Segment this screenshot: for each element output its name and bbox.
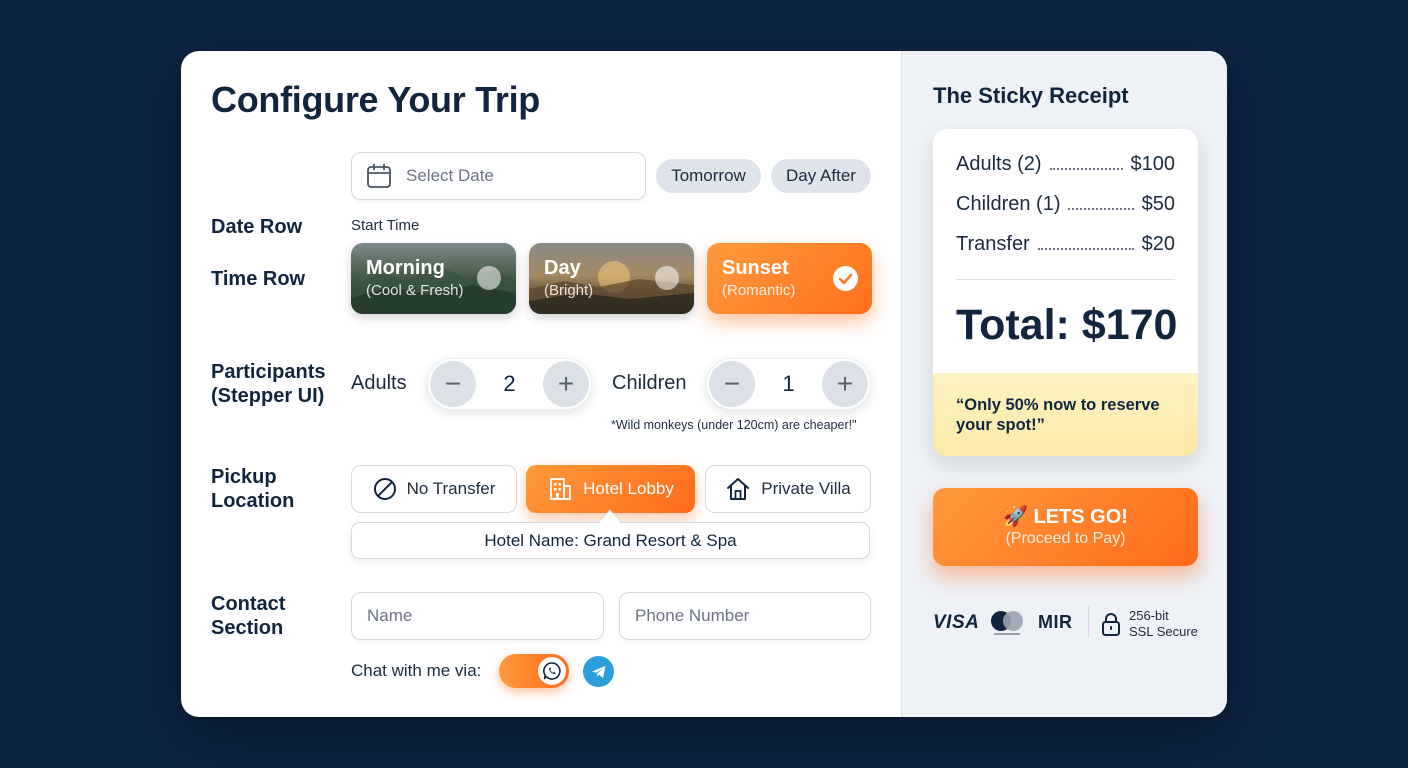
cta-main-label: 🚀 LETS GO! bbox=[1003, 506, 1128, 528]
children-price-note: *Wild monkeys (under 120cm) are cheaper!… bbox=[611, 418, 857, 432]
leader-dots bbox=[1037, 234, 1134, 250]
receipt-sidebar: The Sticky Receipt Adults (2) $100 Child… bbox=[901, 51, 1227, 717]
tomorrow-button[interactable]: Tomorrow bbox=[656, 159, 761, 193]
time-option-morning[interactable]: Morning (Cool & Fresh) bbox=[351, 243, 516, 314]
pickup-label: Pickup Location bbox=[211, 465, 294, 513]
calendar-icon bbox=[367, 163, 391, 188]
morning-title: Morning bbox=[366, 257, 445, 279]
whatsapp-icon bbox=[538, 657, 566, 685]
children-count: 1 bbox=[782, 371, 795, 396]
contact-label-line1: Contact bbox=[211, 593, 286, 615]
adults-stepper: − 2 + bbox=[427, 358, 592, 410]
time-option-sunset[interactable]: Sunset (Romantic) bbox=[707, 243, 872, 314]
lock-icon bbox=[1102, 613, 1120, 636]
whatsapp-toggle[interactable] bbox=[499, 654, 569, 688]
adults-label: Adults bbox=[351, 372, 407, 394]
chat-via-label: Chat with me via: bbox=[351, 661, 482, 680]
pickup-no-transfer-button[interactable]: No Transfer bbox=[351, 465, 517, 513]
mir-logo: MIR bbox=[1038, 612, 1073, 632]
children-label: Children bbox=[612, 372, 687, 394]
receipt-line-amount: $50 bbox=[1141, 193, 1175, 215]
telegram-icon[interactable] bbox=[583, 656, 614, 687]
morning-radio[interactable] bbox=[477, 266, 501, 290]
receipt-line-adults: Adults (2) $100 bbox=[956, 153, 1175, 179]
receipt-line-transfer: Transfer $20 bbox=[956, 233, 1175, 259]
payment-divider bbox=[1088, 606, 1089, 638]
adults-decrement-button[interactable]: − bbox=[430, 361, 476, 407]
private-villa-label: Private Villa bbox=[761, 479, 851, 498]
page-title: Configure Your Trip bbox=[211, 79, 540, 120]
children-stepper: − 1 + bbox=[706, 358, 871, 410]
children-increment-button[interactable]: + bbox=[822, 361, 868, 407]
start-time-caption: Start Time bbox=[351, 217, 420, 234]
morning-subtitle: (Cool & Fresh) bbox=[366, 282, 464, 299]
ssl-line2: SSL Secure bbox=[1129, 624, 1198, 639]
adults-count: 2 bbox=[503, 371, 516, 396]
cta-sub-label: (Proceed to Pay) bbox=[1005, 530, 1126, 547]
pickup-hotel-lobby-button[interactable]: Hotel Lobby bbox=[526, 465, 695, 513]
contact-label-line2: Section bbox=[211, 617, 284, 639]
day-after-button[interactable]: Day After bbox=[771, 159, 871, 193]
mastercard-logo bbox=[991, 611, 1023, 635]
trip-config-card: Configure Your Trip Date Row Select Date… bbox=[181, 51, 1227, 717]
name-input[interactable]: Name bbox=[351, 592, 604, 640]
home-icon bbox=[727, 478, 750, 500]
deposit-promo: “Only 50% now to reserve your spot!” bbox=[933, 373, 1198, 456]
ssl-badge: 256-bit SSL Secure bbox=[1129, 608, 1198, 640]
proceed-to-pay-button[interactable]: 🚀 LETS GO! (Proceed to Pay) bbox=[933, 488, 1198, 566]
trip-form: Configure Your Trip Date Row Select Date… bbox=[181, 51, 901, 717]
children-decrement-button[interactable]: − bbox=[709, 361, 755, 407]
leader-dots bbox=[1068, 194, 1134, 210]
receipt-line-amount: $20 bbox=[1141, 233, 1175, 255]
receipt-total: Total: $170 bbox=[956, 301, 1178, 349]
participants-label: Participants (Stepper UI) bbox=[211, 360, 325, 408]
pickup-label-line1: Pickup bbox=[211, 466, 277, 488]
phone-input[interactable]: Phone Number bbox=[619, 592, 871, 640]
time-option-day[interactable]: Day (Bright) bbox=[529, 243, 694, 314]
participants-label-line1: Participants bbox=[211, 361, 326, 383]
time-row-label: Time Row bbox=[211, 268, 306, 290]
contact-label: Contact Section bbox=[211, 592, 285, 640]
sunset-subtitle: (Romantic) bbox=[722, 282, 796, 299]
day-radio[interactable] bbox=[655, 266, 679, 290]
hotel-lobby-label: Hotel Lobby bbox=[583, 479, 674, 498]
date-placeholder: Select Date bbox=[406, 166, 494, 185]
receipt-card: Adults (2) $100 Children (1) $50 Transfe… bbox=[933, 129, 1198, 456]
participants-label-line2: (Stepper UI) bbox=[211, 385, 325, 407]
pickup-label-line2: Location bbox=[211, 490, 295, 512]
adults-increment-button[interactable]: + bbox=[543, 361, 589, 407]
leader-dots bbox=[1049, 154, 1123, 170]
receipt-line-children: Children (1) $50 bbox=[956, 193, 1175, 219]
date-picker-input[interactable]: Select Date bbox=[351, 152, 646, 200]
receipt-line-label: Adults (2) bbox=[956, 153, 1042, 175]
building-icon bbox=[550, 478, 572, 500]
ssl-line1: 256-bit bbox=[1129, 608, 1169, 623]
receipt-divider bbox=[956, 279, 1175, 280]
visa-logo: VISA bbox=[933, 612, 980, 633]
date-row-label: Date Row bbox=[211, 216, 303, 238]
day-subtitle: (Bright) bbox=[544, 282, 594, 299]
no-transfer-label: No Transfer bbox=[406, 479, 496, 498]
sunset-title: Sunset bbox=[722, 257, 789, 279]
receipt-line-label: Children (1) bbox=[956, 193, 1061, 215]
day-title: Day bbox=[544, 257, 581, 279]
receipt-line-label: Transfer bbox=[956, 233, 1030, 255]
pickup-private-villa-button[interactable]: Private Villa bbox=[705, 465, 871, 513]
prohibited-icon bbox=[373, 478, 396, 500]
checkmark-icon[interactable] bbox=[833, 266, 858, 291]
receipt-title: The Sticky Receipt bbox=[933, 83, 1129, 108]
receipt-line-amount: $100 bbox=[1130, 153, 1176, 175]
